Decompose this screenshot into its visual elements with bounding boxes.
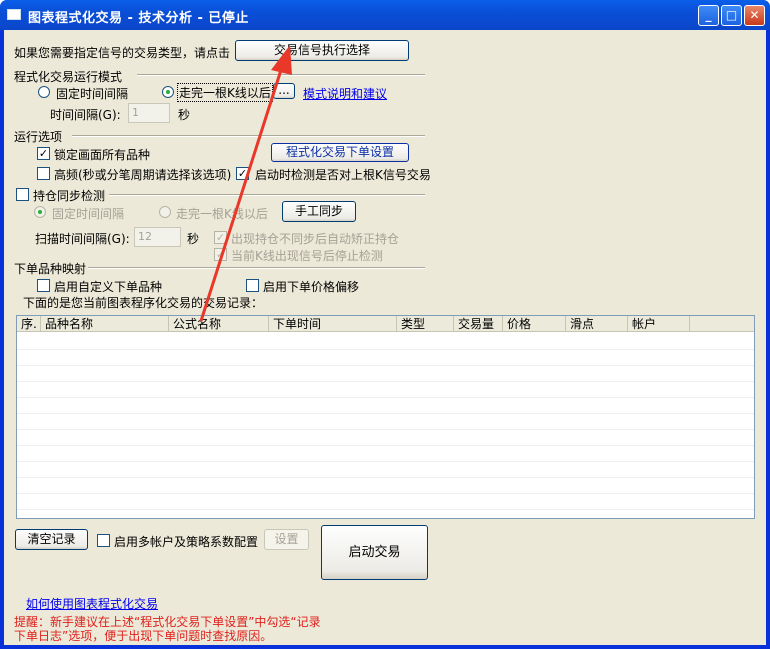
sync-fixed-label: 固定时间间隔: [52, 207, 125, 221]
sync-fixed-radio[interactable]: [34, 206, 46, 218]
records-caption: 下面的是您当前图表程序化交易的交易记录：: [23, 296, 264, 310]
start-trading-button[interactable]: 启动交易: [321, 525, 428, 580]
dialog-client: 如果您需要指定信号的交易类型，请点击 交易信号执行选择 程式化交易运行模式 固定…: [4, 30, 766, 645]
auto-correct-label: 出现持仓不同步后自动矫正持仓: [231, 232, 400, 246]
window-title: 图表程式化交易 - 技术分析 - 已停止: [28, 11, 249, 26]
table-row-line: [17, 381, 754, 382]
clear-records-button[interactable]: 清空记录: [15, 529, 88, 550]
multi-account-settings-button[interactable]: 设置: [264, 529, 309, 550]
order-settings-button[interactable]: 程式化交易下单设置: [271, 143, 409, 162]
position-sync-label: 持仓同步检测: [33, 189, 106, 203]
table-row-line: [17, 429, 754, 430]
col-formula[interactable]: 公式名称: [169, 316, 269, 332]
signal-select-button[interactable]: 交易信号执行选择: [235, 40, 409, 61]
lock-all-checkbox[interactable]: ✓: [37, 147, 50, 160]
stop-on-signal-checkbox[interactable]: ✓: [214, 248, 227, 261]
col-price[interactable]: 价格: [503, 316, 566, 332]
price-offset-checkbox[interactable]: [246, 279, 259, 292]
price-offset-label: 启用下单价格偏移: [263, 280, 360, 294]
col-volume[interactable]: 交易量: [454, 316, 503, 332]
table-row-line: [17, 365, 754, 366]
tip-line-2: 下单日志”选项，便于出现下单问题时查找原因。: [14, 629, 273, 643]
order-mapping-divider: [88, 267, 425, 269]
multi-account-checkbox[interactable]: [97, 534, 110, 547]
run-mode-fixed-radio[interactable]: [38, 86, 50, 98]
records-table[interactable]: 序. 品种名称 公式名称 下单时间 类型 交易量 价格 滑点 帐户: [16, 315, 755, 519]
col-order-time[interactable]: 下单时间: [269, 316, 397, 332]
run-options-group-label: 运行选项: [14, 130, 63, 144]
table-row-line: [17, 461, 754, 462]
run-mode-group-label: 程式化交易运行模式: [14, 70, 123, 84]
col-symbol[interactable]: 品种名称: [41, 316, 169, 332]
minimize-button[interactable]: _: [698, 5, 719, 26]
scan-interval-input[interactable]: 12: [134, 227, 181, 247]
multi-account-label: 启用多帐户及策略系数配置: [114, 535, 259, 549]
scan-interval-label: 扫描时间间隔(G):: [35, 232, 130, 246]
records-table-header: 序. 品种名称 公式名称 下单时间 类型 交易量 价格 滑点 帐户: [17, 316, 754, 332]
table-row-line: [17, 477, 754, 478]
how-to-use-link[interactable]: 如何使用图表程式化交易: [26, 595, 158, 612]
custom-symbol-checkbox[interactable]: [37, 279, 50, 292]
manual-sync-button[interactable]: 手工同步: [282, 201, 356, 222]
table-row-line: [17, 509, 754, 510]
stop-on-signal-label: 当前K线出现信号后停止检测: [231, 249, 383, 263]
run-mode-bar-label: 走完一根K线以后: [177, 83, 273, 102]
signal-prompt: 如果您需要指定信号的交易类型，请点击: [14, 46, 231, 60]
scan-interval-unit: 秒: [187, 232, 200, 246]
col-type[interactable]: 类型: [397, 316, 454, 332]
lock-all-label: 锁定画面所有品种: [54, 148, 151, 162]
col-account[interactable]: 帐户: [628, 316, 690, 332]
table-row-line: [17, 493, 754, 494]
maximize-icon: □: [725, 8, 738, 22]
app-window: 图表程式化交易 - 技术分析 - 已停止 _ □ ✕ 如果您需要指定信号的交易类…: [0, 0, 770, 649]
interval-input[interactable]: 1: [128, 103, 170, 123]
close-button[interactable]: ✕: [744, 5, 765, 26]
high-freq-label: 高频(秒或分笔周期请选择该选项): [54, 168, 232, 182]
table-row-line: [17, 397, 754, 398]
interval-label: 时间间隔(G):: [50, 108, 121, 122]
position-sync-divider: [109, 194, 425, 196]
close-icon: ✕: [749, 8, 760, 22]
app-icon: [7, 9, 21, 20]
interval-unit: 秒: [178, 108, 191, 122]
title-bar[interactable]: 图表程式化交易 - 技术分析 - 已停止 _ □ ✕: [0, 0, 770, 30]
auto-correct-checkbox[interactable]: ✓: [214, 231, 227, 244]
check-on-start-checkbox[interactable]: ✓: [236, 167, 249, 180]
table-row-line: [17, 413, 754, 414]
run-options-divider: [72, 135, 425, 137]
minimize-icon: _: [705, 8, 712, 22]
run-mode-divider: [137, 74, 425, 76]
position-sync-checkbox[interactable]: [16, 188, 29, 201]
col-slippage[interactable]: 滑点: [566, 316, 628, 332]
run-mode-fixed-label: 固定时间间隔: [56, 87, 129, 101]
run-mode-bar-radio[interactable]: [162, 86, 174, 98]
mode-help-link[interactable]: 模式说明和建议: [303, 85, 387, 102]
col-index[interactable]: 序.: [17, 316, 41, 332]
sync-bar-radio[interactable]: [159, 206, 171, 218]
table-row-line: [17, 445, 754, 446]
table-row-line: [17, 349, 754, 350]
check-on-start-label: 启动时检测是否对上根K信号交易: [255, 168, 431, 182]
order-mapping-group-label: 下单品种映射: [14, 262, 87, 276]
custom-symbol-label: 启用自定义下单品种: [54, 280, 163, 294]
maximize-button[interactable]: □: [721, 5, 742, 26]
high-freq-checkbox[interactable]: [37, 167, 50, 180]
run-mode-browse-button[interactable]: ...: [273, 83, 295, 99]
sync-bar-label: 走完一根K线以后: [176, 207, 268, 221]
